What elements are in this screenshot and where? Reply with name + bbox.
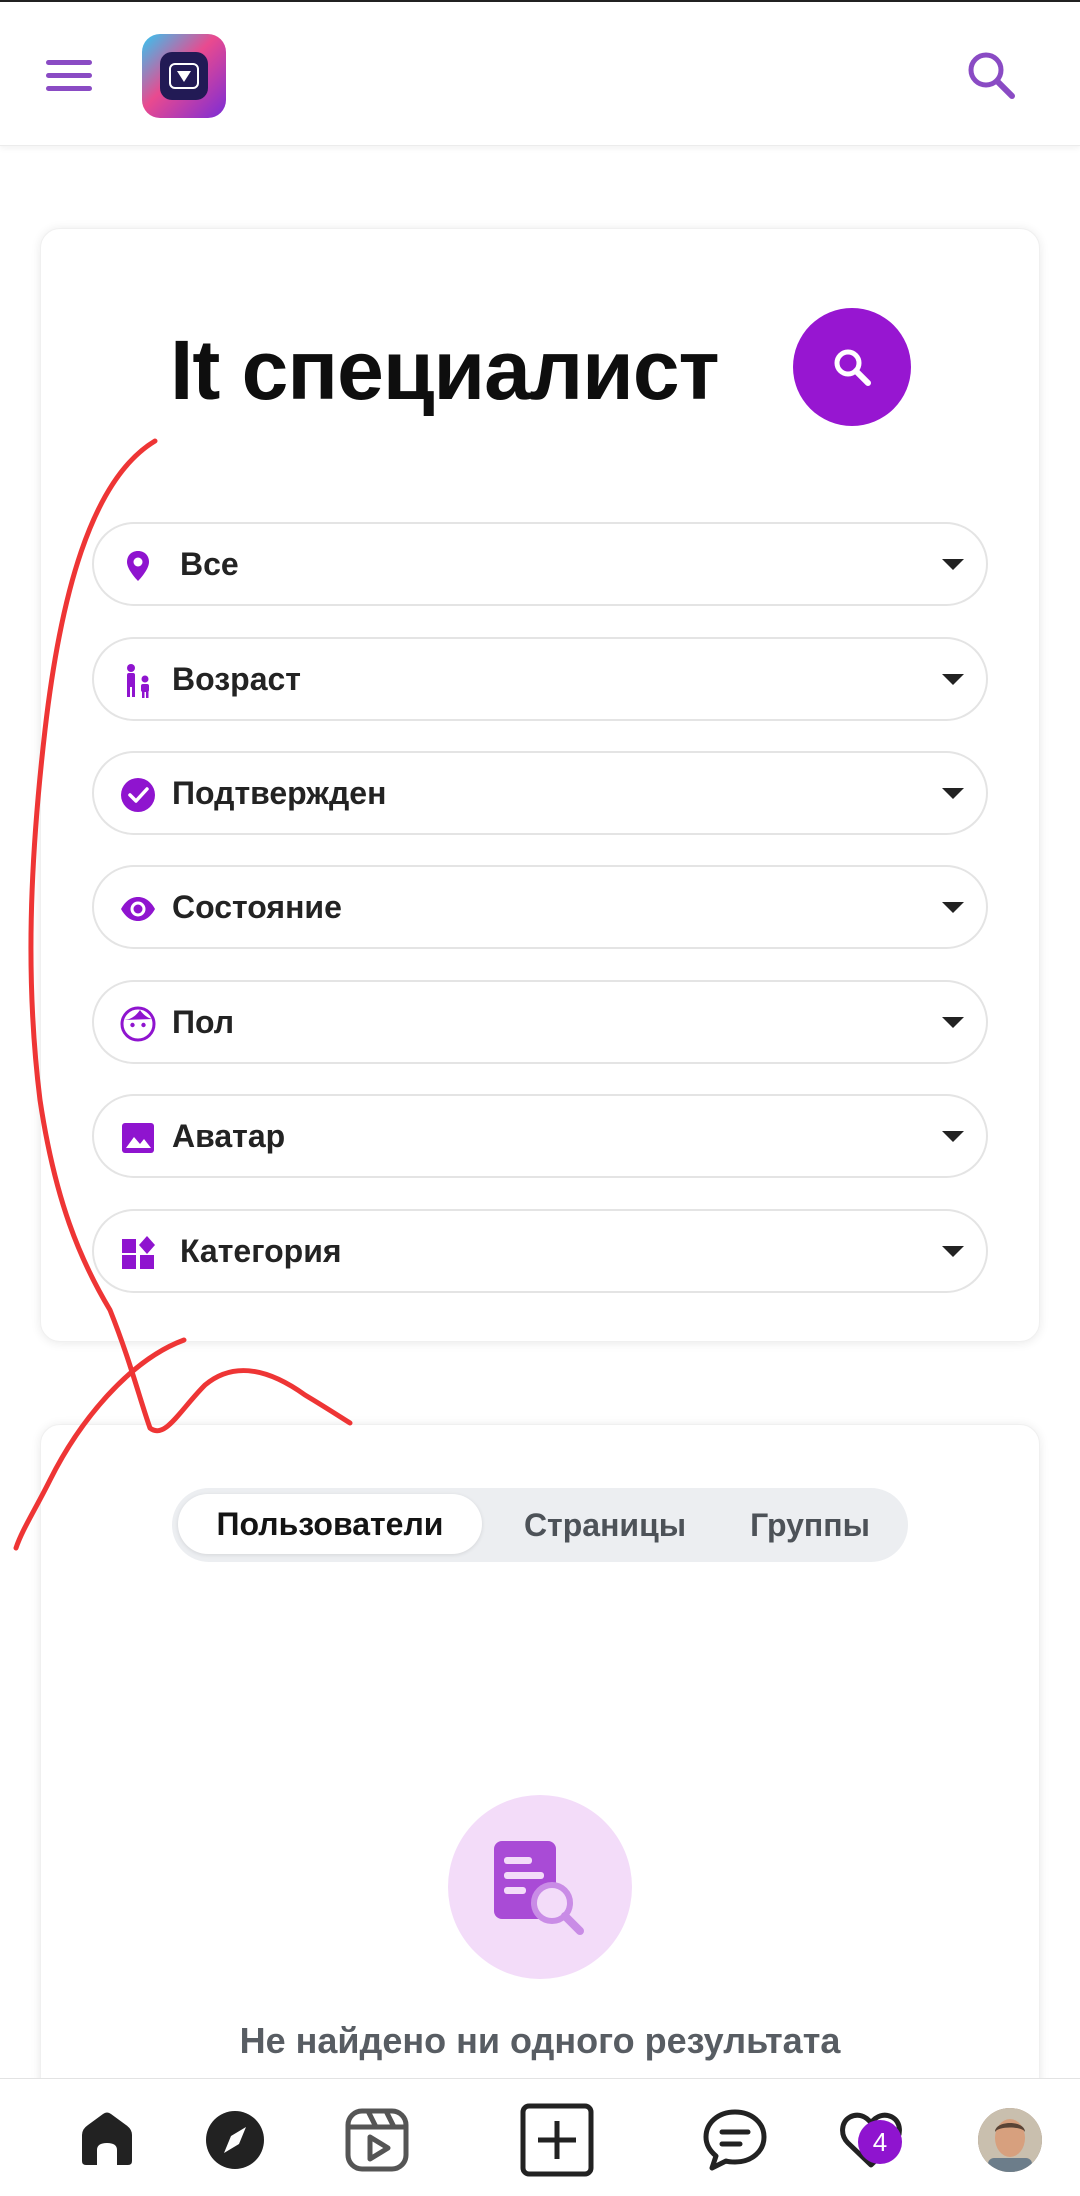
- filter-status[interactable]: Состояние: [92, 865, 988, 949]
- filter-age[interactable]: Возраст: [92, 637, 988, 721]
- chevron-down-icon: [942, 1017, 964, 1028]
- chevron-down-icon: [942, 559, 964, 570]
- category-icon: [122, 1236, 155, 1269]
- filter-age-label: Возраст: [172, 661, 301, 697]
- document-search-icon: [494, 1841, 584, 1935]
- filter-status-label: Состояние: [172, 889, 342, 925]
- chevron-down-icon: [942, 902, 964, 913]
- tab-pages[interactable]: Страницы: [492, 1488, 718, 1562]
- no-results-illustration: [448, 1795, 632, 1979]
- chevron-down-icon: [942, 674, 964, 685]
- tab-users[interactable]: Пользователи: [178, 1494, 482, 1554]
- filter-category[interactable]: Категория: [92, 1209, 988, 1293]
- chevron-down-icon: [942, 788, 964, 799]
- page-title: It специалист: [170, 323, 720, 417]
- explore-compass-icon[interactable]: [200, 2105, 270, 2175]
- filter-avatar[interactable]: Аватар: [92, 1094, 988, 1178]
- profile-avatar[interactable]: [978, 2108, 1042, 2172]
- search-icon[interactable]: [962, 46, 1022, 106]
- notification-count-badge: 4: [858, 2120, 902, 2164]
- messages-icon[interactable]: [700, 2105, 770, 2175]
- verified-check-icon: [121, 778, 155, 812]
- results-tabs: Пользователи Страницы Группы: [172, 1488, 908, 1562]
- filter-avatar-label: Аватар: [172, 1118, 286, 1154]
- filter-location[interactable]: Все: [92, 522, 988, 606]
- filter-verified[interactable]: Подтвержден: [92, 751, 988, 835]
- hamburger-menu-icon[interactable]: [40, 52, 100, 98]
- face-icon: [120, 1006, 156, 1042]
- empty-results-message: Не найдено ни одного результата: [239, 2020, 841, 2061]
- reels-icon[interactable]: [342, 2105, 412, 2175]
- app-header: [0, 2, 1080, 146]
- app-logo-icon[interactable]: [142, 34, 226, 118]
- filter-location-label: Все: [180, 546, 239, 582]
- filter-gender[interactable]: Пол: [92, 980, 988, 1064]
- location-pin-icon: [127, 551, 149, 581]
- image-icon: [122, 1123, 154, 1153]
- filter-category-label: Категория: [180, 1233, 342, 1269]
- chevron-down-icon: [942, 1246, 964, 1257]
- title-search-button[interactable]: [793, 308, 911, 426]
- filter-gender-label: Пол: [172, 1004, 235, 1040]
- add-post-icon[interactable]: [520, 2103, 594, 2177]
- eye-icon: [121, 897, 155, 921]
- bottom-navigation: [0, 2078, 1080, 2196]
- home-icon[interactable]: [72, 2105, 142, 2175]
- filter-verified-label: Подтвержден: [172, 775, 387, 811]
- family-icon: [127, 664, 149, 698]
- chevron-down-icon: [942, 1131, 964, 1142]
- tab-groups[interactable]: Группы: [722, 1488, 898, 1562]
